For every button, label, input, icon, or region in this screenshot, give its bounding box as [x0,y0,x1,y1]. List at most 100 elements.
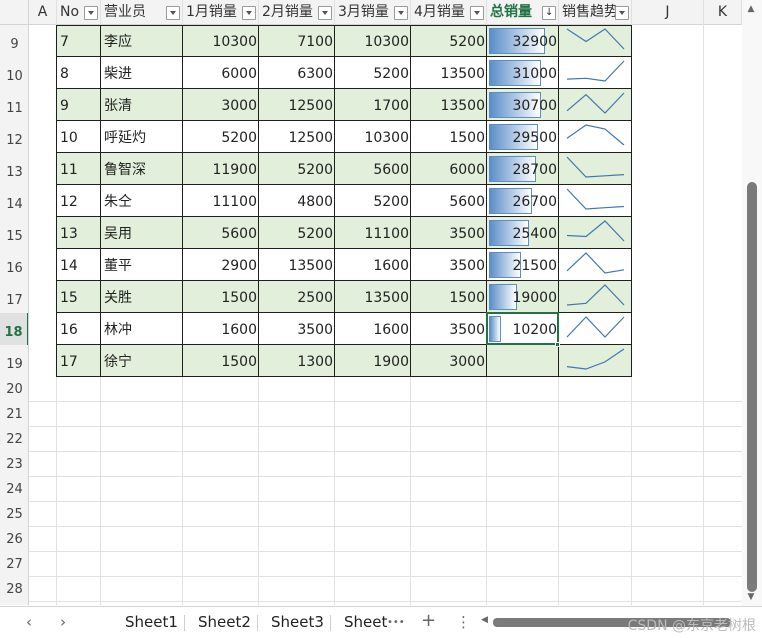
cell-m1[interactable]: 3000 [183,89,259,121]
cell-total[interactable]: 19000 [487,281,559,313]
sparkline[interactable] [559,89,632,121]
cell-m2[interactable]: 4800 [259,185,335,217]
cell-m3[interactable]: 11100 [335,217,411,249]
cell-m1[interactable]: 1500 [183,281,259,313]
cell-m3[interactable]: 5200 [335,57,411,89]
filter-dropdown-icon[interactable] [84,6,98,20]
cell-m4[interactable]: 13500 [411,89,487,121]
prev-sheet-icon[interactable]: ‹ [26,613,32,631]
row-header-14[interactable]: 14 [0,185,28,217]
row-header-21[interactable]: 21 [0,402,28,427]
sparkline[interactable] [559,25,632,57]
sheet-tab-sheet3[interactable]: Sheet3 [271,613,324,631]
cell-name[interactable]: 林冲 [101,313,183,345]
scroll-down-arrow-icon[interactable]: ▼ [746,592,756,602]
scroll-left-arrow-icon[interactable]: ◀ [481,615,488,625]
row-header-19[interactable]: 19 [0,345,28,377]
cell-m1[interactable]: 6000 [183,57,259,89]
cell-m1[interactable]: 10300 [183,25,259,57]
row-header-11[interactable]: 11 [0,89,28,121]
sparkline[interactable] [559,217,632,249]
cell-m2[interactable]: 7100 [259,25,335,57]
active-cell-selection[interactable] [486,312,559,345]
cell-m3[interactable]: 1600 [335,313,411,345]
spreadsheet-grid[interactable]: 7 李应 10300 7100 10300 5200 32900 8 柴进 6000 6300 520… [29,25,742,605]
cell-m4[interactable]: 5200 [411,25,487,57]
sparkline[interactable] [559,345,632,377]
cell-m3[interactable]: 1700 [335,89,411,121]
cell-m3[interactable]: 5200 [335,185,411,217]
cell-name[interactable]: 鲁智深 [101,153,183,185]
filter-dropdown-icon[interactable] [394,6,408,20]
filter-dropdown-icon[interactable] [166,6,180,20]
column-header-e[interactable]: 2月销量 [259,0,335,25]
cell-no[interactable]: 11 [57,153,101,185]
cell-m1[interactable]: 1600 [183,313,259,345]
row-header-20[interactable]: 20 [0,377,28,402]
row-header-28[interactable]: 28 [0,577,28,602]
cell-name[interactable]: 李应 [101,25,183,57]
cell-total[interactable]: 32900 [487,25,559,57]
column-header-j[interactable]: J [632,0,704,25]
cell-m2[interactable]: 5200 [259,153,335,185]
column-header-c[interactable]: 营业员 [101,0,183,25]
cell-m3[interactable]: 1600 [335,249,411,281]
vertical-scrollbar[interactable]: ▲ ▼ [742,0,762,606]
cell-m1[interactable]: 2900 [183,249,259,281]
cell-m1[interactable]: 11100 [183,185,259,217]
cell-total[interactable]: 21500 [487,249,559,281]
column-header-f[interactable]: 3月销量 [335,0,411,25]
cell-name[interactable]: 柴进 [101,57,183,89]
row-header-13[interactable]: 13 [0,153,28,185]
row-header-25[interactable]: 25 [0,502,28,527]
row-header-26[interactable]: 26 [0,527,28,552]
cell-m2[interactable]: 12500 [259,121,335,153]
sparkline[interactable] [559,185,632,217]
cell-total[interactable] [487,345,559,377]
column-header-b[interactable]: No [57,0,101,25]
cell-m4[interactable]: 6000 [411,153,487,185]
cell-m2[interactable]: 3500 [259,313,335,345]
row-header-17[interactable]: 17 [0,281,28,313]
row-header-22[interactable]: 22 [0,427,28,452]
cell-no[interactable]: 14 [57,249,101,281]
cell-m4[interactable]: 3500 [411,313,487,345]
cell-m2[interactable]: 13500 [259,249,335,281]
cell-m2[interactable]: 2500 [259,281,335,313]
cell-m2[interactable]: 1300 [259,345,335,377]
column-header-i[interactable]: 销售趋势 [559,0,632,25]
column-header-k[interactable]: K [704,0,742,25]
cell-m3[interactable]: 5600 [335,153,411,185]
row-header-16[interactable]: 16 [0,249,28,281]
sort-filter-icon[interactable] [542,6,556,20]
cell-m4[interactable]: 3500 [411,217,487,249]
cell-m1[interactable]: 5200 [183,121,259,153]
column-header-d[interactable]: 1月销量 [183,0,259,25]
cell-m3[interactable]: 10300 [335,121,411,153]
cell-m2[interactable]: 6300 [259,57,335,89]
filter-dropdown-icon[interactable] [470,6,484,20]
sparkline[interactable] [559,153,632,185]
cell-m2[interactable]: 12500 [259,89,335,121]
row-header-12[interactable]: 12 [0,121,28,153]
cell-total[interactable]: 25400 [487,217,559,249]
cell-no[interactable]: 9 [57,89,101,121]
cell-no[interactable]: 15 [57,281,101,313]
cell-m3[interactable]: 1900 [335,345,411,377]
add-sheet-icon[interactable]: + [421,610,436,631]
sparkline[interactable] [559,57,632,89]
fill-handle[interactable] [555,342,560,347]
cell-total[interactable]: 30700 [487,89,559,121]
column-header-h[interactable]: 总销量 [487,0,559,25]
next-sheet-icon[interactable]: › [60,613,66,631]
row-header-15[interactable]: 15 [0,217,28,249]
cell-name[interactable]: 张清 [101,89,183,121]
cell-m4[interactable]: 13500 [411,57,487,89]
cell-no[interactable]: 7 [57,25,101,57]
cell-name[interactable]: 关胜 [101,281,183,313]
row-header-29[interactable]: 29 [0,602,28,605]
cell-total[interactable]: 26700 [487,185,559,217]
cell-no[interactable]: 8 [57,57,101,89]
column-header-a[interactable]: A [29,0,57,25]
row-header-10[interactable]: 10 [0,57,28,89]
